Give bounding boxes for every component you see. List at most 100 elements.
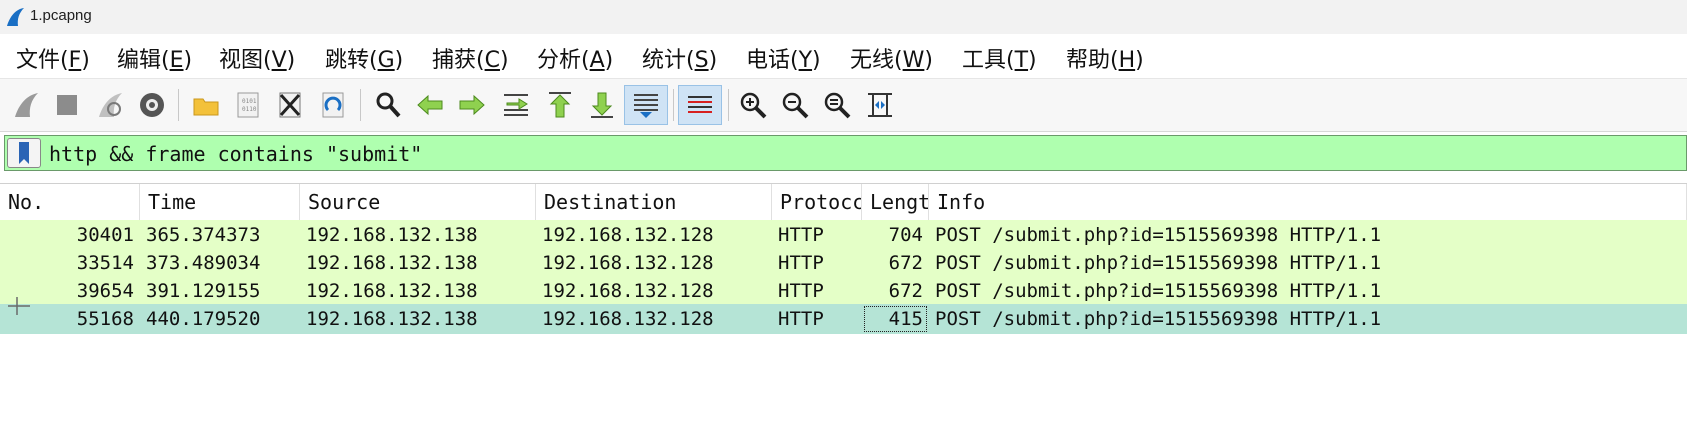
zoom-normal-icon: [824, 92, 851, 119]
zoom-in-button[interactable]: [733, 85, 773, 125]
menu-item-accelerator: H: [1118, 48, 1136, 73]
colorize-button[interactable]: [678, 85, 722, 125]
menu-item-accelerator: F: [68, 48, 82, 73]
menu-item-c[interactable]: 捕获(C): [432, 42, 509, 74]
packet-cell-destination: 192.168.132.128: [542, 252, 714, 274]
window-title: 1.pcapng: [30, 7, 92, 24]
menu-item-accelerator: V: [271, 48, 287, 73]
packet-cell-length: 704: [888, 224, 923, 246]
wireshark-fin-icon: [7, 8, 24, 26]
display-filter-input[interactable]: http && frame contains "submit": [49, 142, 422, 166]
packet-cell-source: 192.168.132.138: [306, 308, 478, 330]
menu-item-label-tail: ): [394, 48, 404, 73]
menu-item-label: 无线(: [850, 48, 903, 73]
open-file-icon: [193, 98, 219, 116]
packet-cell-protocol: HTTP: [778, 308, 824, 330]
menu-item-a[interactable]: 分析(A): [537, 42, 613, 74]
menu-item-w[interactable]: 无线(W): [850, 42, 933, 74]
reload-file-button[interactable]: [313, 85, 353, 125]
menu-item-accelerator: W: [902, 48, 925, 73]
start-capture-icon: [15, 93, 38, 117]
find-packet-button[interactable]: [368, 85, 408, 125]
open-file-button[interactable]: [186, 85, 226, 125]
toolbar-separator: [178, 89, 179, 121]
zoom-out-button[interactable]: [775, 85, 815, 125]
go-to-packet-icon: [504, 94, 528, 116]
menu-item-label-tail: ): [81, 48, 90, 73]
packet-row[interactable]: 30401 365.374373 192.168.132.138 192.168.13…: [0, 220, 1687, 250]
packet-cell-info: POST /submit.php?id=1515569398 HTTP/1.1: [935, 252, 1382, 274]
packet-cell-time: 373.489034: [146, 252, 261, 274]
column-header-0[interactable]: No.: [0, 184, 140, 220]
menu-item-accelerator: A: [589, 48, 605, 73]
close-file-icon: [279, 92, 301, 118]
menu-item-f[interactable]: 文件(F): [16, 42, 90, 74]
column-header-6[interactable]: Info: [929, 184, 1687, 220]
menu-item-label-tail: ): [604, 48, 614, 73]
colorize-icon: [688, 96, 712, 113]
menu-item-label: 捕获(: [432, 48, 485, 73]
menu-item-h[interactable]: 帮助(H): [1066, 42, 1144, 74]
menu-item-label: 编辑(: [117, 48, 170, 73]
menu-item-label: 视图(: [219, 48, 272, 73]
packet-cell-protocol: HTTP: [778, 280, 824, 302]
menu-item-g[interactable]: 跳转(G): [325, 42, 403, 74]
toolbar-separator: [728, 89, 729, 121]
menu-item-v[interactable]: 视图(V): [219, 42, 295, 74]
column-header-3[interactable]: Destination: [536, 184, 772, 220]
menu-item-y[interactable]: 电话(Y): [746, 42, 821, 74]
column-header-4[interactable]: Protocc: [772, 184, 862, 220]
go-back-icon: [417, 94, 443, 116]
bookmark-icon: [19, 142, 29, 164]
column-header-1[interactable]: Time: [140, 184, 300, 220]
packet-row[interactable]: 39654 391.129155 192.168.132.138 192.168.13…: [0, 276, 1687, 306]
menu-item-label: 工具(: [962, 48, 1015, 73]
packet-row[interactable]: 55168 440.179520 192.168.132.138 192.168.13…: [0, 304, 1687, 334]
go-forward-button[interactable]: [452, 85, 492, 125]
reload-file-icon: [322, 92, 344, 118]
title-bar: 1.pcapng: [0, 0, 1687, 34]
filter-bookmark-button[interactable]: [7, 138, 41, 168]
menu-item-accelerator: T: [1014, 48, 1029, 73]
packet-list: No. Time Source Destination Protocc Lengt Info…: [0, 183, 1687, 431]
packet-cell-source: 192.168.132.138: [306, 252, 478, 274]
packet-row[interactable]: 33514 373.489034 192.168.132.138 192.168.13…: [0, 248, 1687, 278]
menu-item-label-tail: ): [499, 48, 509, 73]
toolbar-separator: [360, 89, 361, 121]
menu-item-e[interactable]: 编辑(E): [117, 42, 192, 74]
menu-item-s[interactable]: 统计(S): [642, 42, 717, 74]
stop-capture-button[interactable]: [47, 85, 87, 125]
zoom-normal-button[interactable]: [817, 85, 857, 125]
menu-item-accelerator: S: [694, 48, 709, 73]
resize-columns-button[interactable]: [860, 85, 900, 125]
menu-item-t[interactable]: 工具(T): [962, 42, 1037, 74]
menu-item-label: 帮助(: [1066, 48, 1119, 73]
packet-cell-destination: 192.168.132.128: [542, 280, 714, 302]
column-header-2[interactable]: Source: [300, 184, 536, 220]
packet-cell-time: 365.374373: [146, 224, 261, 246]
column-header-5[interactable]: Lengt: [862, 184, 929, 220]
save-file-icon: 01010110: [237, 92, 259, 118]
save-file-button[interactable]: 0101 0110: [228, 85, 268, 125]
menu-item-label-tail: ): [812, 48, 821, 73]
zoom-in-icon: [740, 92, 767, 119]
capture-options-button[interactable]: [132, 85, 172, 125]
autoscroll-button[interactable]: [624, 85, 668, 125]
packet-cell-length: 672: [888, 252, 923, 274]
packet-cell-no: 30401: [76, 224, 134, 246]
restart-capture-icon: [99, 93, 122, 117]
packet-cell-length: 672: [888, 280, 923, 302]
menu-bar: 文件(F) 编辑(E) 视图(V) 跳转(G) 捕获(C) 分析(A) 统计(S) 电话(Y)…: [0, 34, 1687, 78]
start-capture-button[interactable]: [6, 85, 46, 125]
menu-item-label-tail: ): [1135, 48, 1144, 73]
first-packet-button[interactable]: [540, 85, 580, 125]
restart-capture-button[interactable]: [90, 85, 130, 125]
packet-cell-time: 440.179520: [146, 308, 261, 330]
go-to-packet-button[interactable]: [496, 85, 536, 125]
go-back-button[interactable]: [410, 85, 450, 125]
packet-cell-source: 192.168.132.138: [306, 280, 478, 302]
close-file-button[interactable]: [270, 85, 310, 125]
menu-item-label: 电话(: [746, 48, 799, 73]
packet-cell-info: POST /submit.php?id=1515569398 HTTP/1.1: [935, 224, 1382, 246]
last-packet-button[interactable]: [582, 85, 622, 125]
